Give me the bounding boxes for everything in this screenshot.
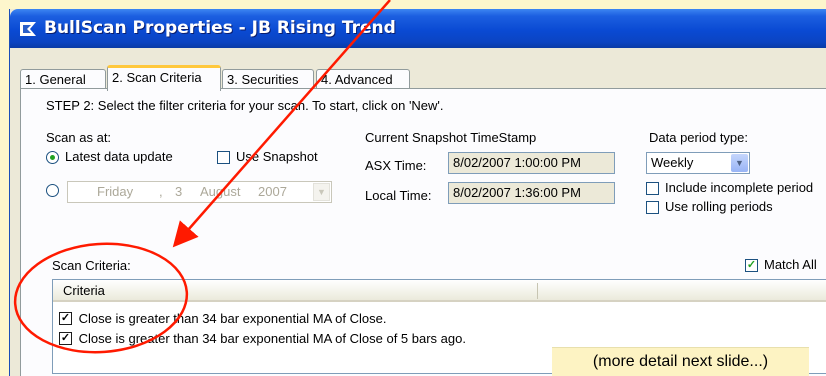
latest-data-radio[interactable]: [46, 151, 59, 164]
latest-data-label: Latest data update: [65, 149, 173, 164]
criteria-row-checkbox[interactable]: ✓: [59, 332, 72, 346]
slide-note: (more detail next slide...): [552, 347, 809, 376]
tab-securities[interactable]: 3. Securities: [222, 69, 314, 90]
local-time-label: Local Time:: [365, 188, 432, 203]
date-year: 2007: [258, 184, 287, 199]
use-snapshot-label: Use Snapshot: [236, 149, 318, 164]
asx-time-field: 8/02/2007 1:00:00 PM: [448, 152, 615, 174]
snapshot-heading: Current Snapshot TimeStamp: [365, 130, 537, 145]
rolling-periods-label: Use rolling periods: [665, 199, 773, 214]
title-bar[interactable]: BullScan Properties - JB Rising Trend: [10, 9, 826, 48]
chevron-down-icon[interactable]: ▼: [313, 183, 330, 201]
step-instructions: STEP 2: Select the filter criteria for y…: [46, 98, 444, 113]
match-all-checkbox[interactable]: ✓: [745, 259, 758, 272]
use-snapshot-checkbox[interactable]: [217, 151, 230, 164]
criteria-row-text: Close is greater than 34 bar exponential…: [78, 331, 466, 347]
scan-as-at-label: Scan as at:: [46, 130, 112, 145]
criteria-row[interactable]: ✓ Close is greater than 34 bar exponenti…: [59, 330, 466, 346]
scan-date-picker[interactable]: Friday , 3 August 2007 ▼: [67, 181, 332, 203]
tab-scan-criteria[interactable]: 2. Scan Criteria: [107, 65, 221, 91]
column-separator[interactable]: [537, 283, 538, 299]
include-incomplete-checkbox[interactable]: [646, 182, 659, 195]
date-separator: ,: [159, 184, 163, 199]
chevron-down-icon[interactable]: ▼: [731, 154, 748, 172]
date-month: August: [200, 184, 241, 199]
bullscan-app-icon: [20, 22, 36, 36]
date-date: 3: [175, 184, 183, 199]
scan-criteria-label: Scan Criteria:: [52, 258, 131, 273]
radio-selected-dot: [50, 155, 55, 160]
include-incomplete-label: Include incomplete period: [665, 180, 814, 195]
criteria-row-text: Close is greater than 34 bar exponential…: [78, 311, 387, 327]
local-time-field: 8/02/2007 1:36:00 PM: [448, 182, 615, 204]
match-all-label: Match All: [764, 257, 817, 272]
tab-general[interactable]: 1. General: [20, 69, 106, 90]
data-period-select[interactable]: Weekly ▼: [646, 152, 750, 174]
data-period-value: Weekly: [651, 155, 694, 170]
data-period-label: Data period type:: [649, 130, 749, 145]
properties-window: BullScan Properties - JB Rising Trend 1.…: [9, 9, 826, 376]
criteria-row-checkbox[interactable]: ✓: [59, 312, 72, 326]
tab-advanced[interactable]: 4. Advanced: [316, 69, 410, 90]
specific-date-radio[interactable]: [46, 184, 59, 197]
criteria-column-header[interactable]: Criteria: [63, 283, 105, 298]
rolling-periods-checkbox[interactable]: [646, 201, 659, 214]
criteria-row[interactable]: ✓ Close is greater than 34 bar exponenti…: [59, 310, 386, 326]
date-day: Friday: [97, 184, 134, 199]
asx-time-label: ASX Time:: [365, 158, 427, 173]
window-title: BullScan Properties - JB Rising Trend: [44, 18, 396, 38]
criteria-list-header: Criteria: [53, 280, 826, 302]
